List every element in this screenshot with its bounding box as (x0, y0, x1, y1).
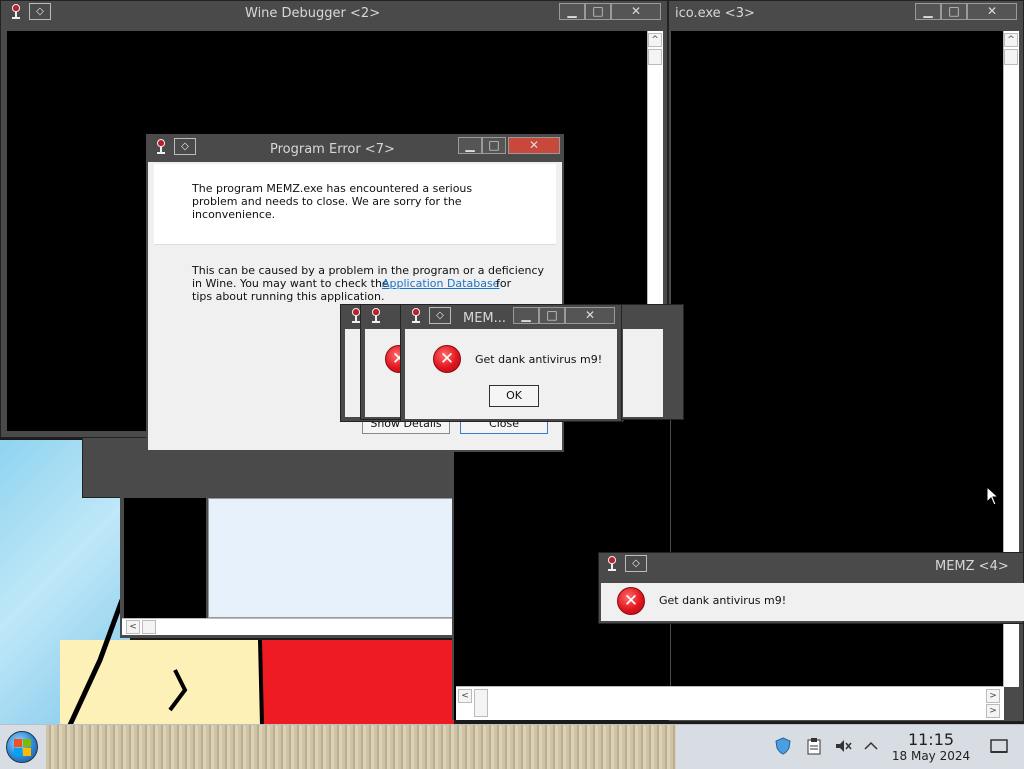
clipboard-icon[interactable] (805, 737, 823, 755)
memz-message-body: ✕ Get dank antivirus m9! OK (405, 329, 617, 419)
taskbar: 11:15 18 May 2024 (0, 724, 1024, 769)
application-database-link[interactable]: Application Database (382, 277, 499, 290)
maximize-button[interactable]: □ (482, 137, 506, 154)
minimize-button[interactable]: ▁ (458, 137, 482, 154)
window-title: Wine Debugger <2> (245, 6, 381, 21)
clock-time[interactable]: 11:15 (890, 730, 972, 749)
minimize-button[interactable]: ▁ (513, 307, 539, 324)
memz-title: MEM... (463, 311, 507, 326)
minimize-button[interactable]: ▁ (915, 3, 941, 20)
scroll-thumb[interactable] (142, 620, 156, 634)
dialog-title: Program Error <7> (270, 142, 395, 157)
system-menu-icon[interactable]: ◇ (625, 555, 647, 572)
error-detail-line-3: for (496, 277, 512, 290)
memz-4-body: ✕ Get dank antivirus m9! (601, 583, 1024, 621)
title-bar[interactable]: ico.exe <3> ▁ □ ✕ (669, 1, 1023, 25)
error-icon: ✕ (433, 345, 461, 373)
ghost-window-hscroll[interactable]: < (122, 618, 452, 635)
show-desktop-icon[interactable] (990, 737, 1008, 755)
scroll-thumb[interactable] (1004, 49, 1018, 65)
wine-glass-icon (371, 308, 381, 325)
shield-icon[interactable] (774, 737, 792, 755)
memz-4-message-text: Get dank antivirus m9! (659, 594, 787, 607)
clock-date[interactable]: 18 May 2024 (884, 749, 978, 763)
background-window-hscroll[interactable]: < > > (456, 686, 1004, 720)
memz-4-window: ◇ MEMZ <4> ✕ Get dank antivirus m9! (598, 552, 1024, 624)
minimize-button[interactable]: ▁ (559, 3, 585, 20)
scroll-left-arrow-icon[interactable]: < (458, 689, 472, 703)
memz-message-window-front: ◇ MEM... ▁ □ ✕ ✕ Get dank antivirus m9! … (400, 304, 622, 422)
close-button[interactable]: ✕ (508, 137, 560, 154)
close-button[interactable]: ✕ (967, 3, 1017, 20)
wine-glass-icon (607, 556, 617, 573)
system-menu-icon[interactable]: ◇ (429, 307, 451, 324)
title-bar[interactable]: ◇ Program Error <7> ▁ □ ✕ (148, 136, 562, 162)
mouse-cursor-icon (986, 485, 1000, 506)
desktop-wallpaper-red (262, 640, 454, 730)
error-main-message: The program MEMZ.exe has encountered a s… (192, 182, 473, 221)
title-bar[interactable]: ◇ Wine Debugger <2> ▁ □ ✕ (1, 1, 667, 25)
maximize-button[interactable]: □ (539, 307, 565, 324)
wine-glass-icon (156, 139, 166, 156)
scroll-up-arrow-icon[interactable]: ^ (1004, 33, 1018, 47)
maximize-button[interactable]: □ (585, 3, 611, 20)
scroll-right-arrow-icon[interactable]: > (986, 689, 1000, 703)
start-button[interactable] (6, 731, 38, 763)
error-detail-line-4: tips about running this application. (192, 290, 385, 303)
wine-glass-icon (411, 308, 421, 325)
ghost-window: < (120, 496, 454, 638)
system-menu-icon[interactable]: ◇ (174, 138, 196, 155)
close-button[interactable]: ✕ (565, 307, 615, 324)
scroll-right-arrow-icon[interactable]: > (986, 704, 1000, 718)
title-bar[interactable]: ◇ MEM... ▁ □ ✕ (401, 305, 621, 329)
speaker-muted-icon[interactable] (834, 737, 852, 755)
maximize-button[interactable]: □ (941, 3, 967, 20)
error-header-panel: The program MEMZ.exe has encountered a s… (154, 164, 556, 245)
close-button[interactable]: ✕ (611, 3, 661, 20)
memz-4-title: MEMZ <4> (935, 559, 1009, 574)
scroll-thumb[interactable] (474, 689, 488, 717)
scroll-left-arrow-icon[interactable]: < (126, 620, 140, 634)
memz-message-text: Get dank antivirus m9! (475, 353, 603, 366)
title-bar[interactable]: ◇ MEMZ <4> (599, 553, 1023, 577)
ok-button[interactable]: OK (489, 385, 539, 407)
taskbar-window-list[interactable] (46, 725, 676, 769)
scroll-thumb[interactable] (648, 49, 662, 65)
wine-glass-icon (11, 4, 21, 21)
error-detail-line-2: in Wine. You may want to check the (192, 277, 389, 290)
scroll-up-arrow-icon[interactable]: ^ (648, 33, 662, 47)
error-icon: ✕ (617, 587, 645, 615)
error-detail-line-1: This can be caused by a problem in the p… (192, 264, 545, 277)
chevron-up-icon[interactable] (862, 737, 880, 755)
window-title: ico.exe <3> (675, 6, 755, 21)
memz-message-window-edge (620, 304, 684, 420)
system-menu-icon[interactable]: ◇ (29, 3, 51, 20)
